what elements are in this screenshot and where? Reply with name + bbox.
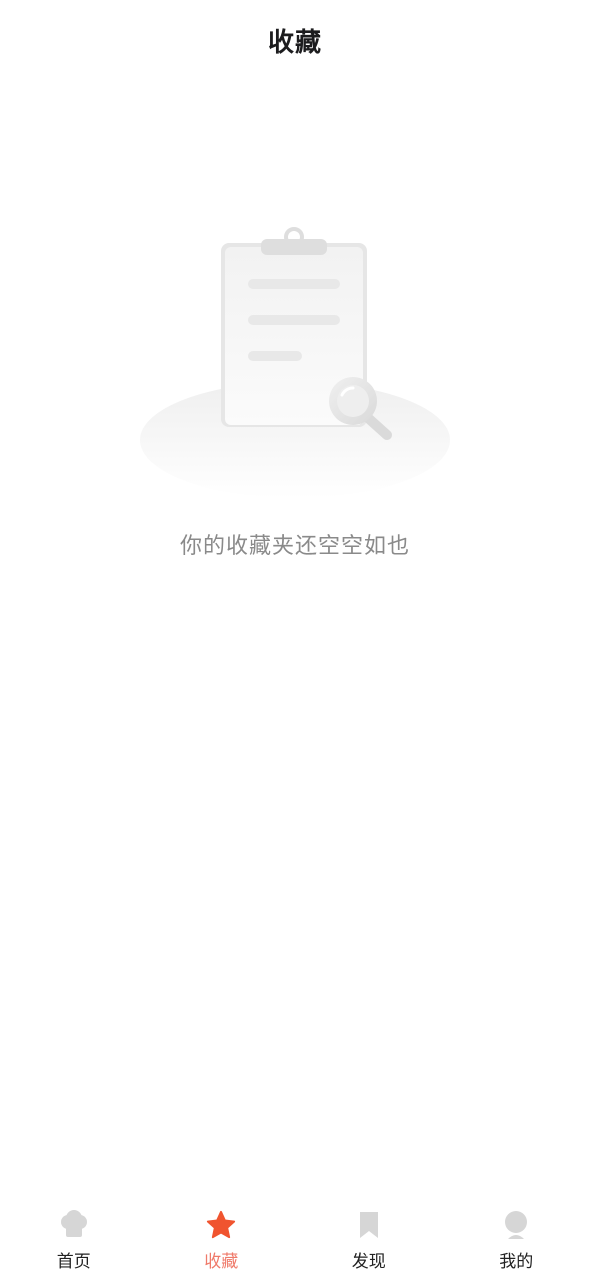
tab-label-home: 首页 — [56, 1252, 91, 1272]
page-title: 收藏 — [267, 27, 322, 58]
tab-label-favorites: 收藏 — [204, 1252, 239, 1272]
empty-state-illustration — [135, 225, 455, 510]
star-icon — [205, 1209, 237, 1241]
tab-label-profile: 我的 — [499, 1252, 534, 1272]
tab-home[interactable]: 首页 — [0, 1195, 148, 1280]
tab-discover[interactable]: 发现 — [295, 1195, 443, 1280]
tab-favorites[interactable]: 收藏 — [148, 1195, 296, 1280]
chef-hat-icon — [58, 1209, 90, 1241]
tab-profile[interactable]: 我的 — [443, 1195, 590, 1280]
user-icon — [500, 1209, 532, 1241]
bottom-tab-bar: 首页 收藏 发现 我的 — [0, 1195, 590, 1280]
header-bar: 收藏 — [0, 0, 590, 80]
bookmark-icon — [353, 1209, 385, 1241]
clipboard-magnifier-icon — [140, 227, 450, 498]
empty-state-message: 你的收藏夹还空空如也 — [179, 534, 410, 559]
tab-label-discover: 发现 — [351, 1252, 386, 1272]
